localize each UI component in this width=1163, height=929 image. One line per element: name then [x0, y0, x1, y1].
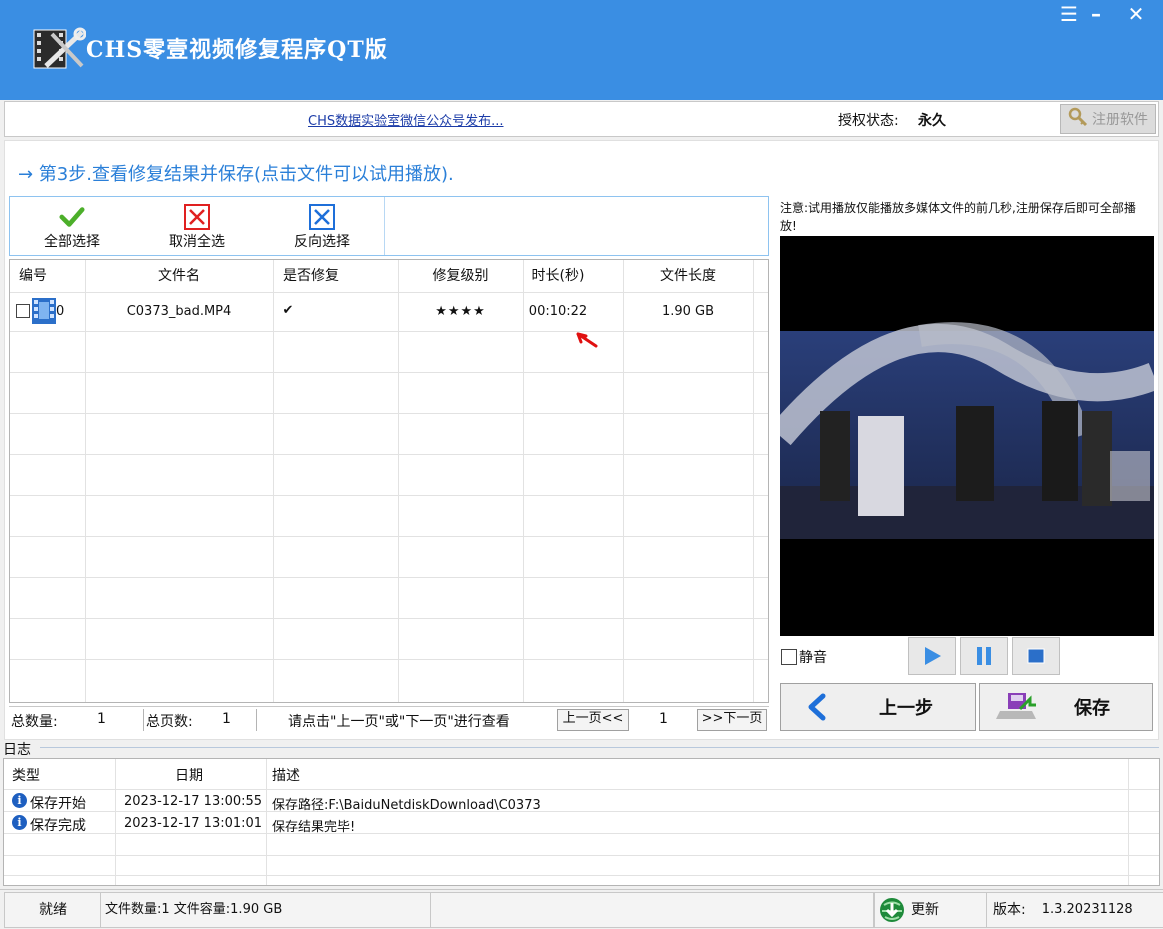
log-table: 类型 日期 描述 i 保存开始 2023-12-17 13:00:55 保存路径…	[3, 758, 1160, 886]
back-label: 上一步	[879, 698, 933, 719]
menu-button[interactable]: ☰	[1056, 2, 1082, 26]
register-button[interactable]: 注册软件	[1060, 104, 1156, 134]
info-icon: i	[12, 815, 27, 830]
pause-icon	[977, 647, 991, 665]
key-icon	[1068, 107, 1088, 131]
log-header-date[interactable]: 日期	[175, 765, 203, 785]
save-icon	[996, 693, 1036, 719]
pagination-hint: 请点击"上一页"或"下一页"进行查看	[288, 714, 510, 730]
selection-toolbar	[9, 196, 769, 256]
row-size: 1.90 GB	[661, 304, 715, 319]
mute-label: 静音	[799, 650, 827, 666]
log-type: 保存开始	[30, 796, 86, 812]
step-instruction: → 第3步.查看修复结果并保存(点击文件可以试用播放).	[18, 164, 454, 185]
pause-button[interactable]	[960, 637, 1008, 675]
log-legend: 日志	[3, 742, 31, 758]
select-all-button[interactable]: 全部选择	[27, 204, 117, 251]
row-filename: C0373_bad.MP4	[126, 304, 232, 319]
info-bar	[4, 101, 1159, 137]
register-label: 注册软件	[1092, 112, 1148, 128]
log-type: 保存完成	[30, 818, 86, 834]
window-title: CHS零壹视频修复程序QT版	[86, 37, 388, 63]
prev-page-button[interactable]: 上一页<<	[557, 709, 629, 731]
back-button[interactable]: 上一步	[780, 683, 976, 731]
globe-update-icon	[880, 898, 904, 922]
current-page: 1	[659, 711, 668, 727]
invert-selection-button[interactable]: 反向选择	[277, 204, 367, 251]
update-button[interactable]: 更新	[874, 892, 992, 928]
stop-icon	[1027, 648, 1045, 664]
play-icon	[925, 647, 941, 665]
log-divider	[40, 747, 1159, 748]
video-file-icon	[31, 297, 57, 329]
auth-status-value: 永久	[918, 113, 946, 129]
pagination-bar: 总数量: 1 总页数: 1 请点击"上一页"或"下一页"进行查看 上一页<< 1…	[9, 706, 769, 731]
log-date: 2023-12-17 13:01:01	[124, 816, 263, 831]
row-index: 0	[56, 304, 65, 319]
update-label: 更新	[911, 902, 939, 918]
log-desc: 保存结果完毕!	[272, 820, 356, 835]
log-desc: 保存路径:F:\BaiduNetdiskDownload\C0373	[272, 798, 541, 813]
total-count-label: 总数量:	[11, 714, 58, 730]
status-bar: 就绪 文件数量:1 文件容量:1.90 GB 更新 版本: 1.3.202311…	[0, 889, 1163, 929]
play-button[interactable]	[908, 637, 956, 675]
log-row[interactable]: i 保存完成 2023-12-17 13:01:01 保存结果完毕!	[4, 814, 1124, 835]
save-button[interactable]: 保存	[979, 683, 1153, 731]
save-label: 保存	[1074, 698, 1110, 719]
deselect-all-button[interactable]: 取消全选	[152, 204, 242, 251]
next-page-button[interactable]: >>下一页	[697, 709, 767, 731]
info-icon: i	[12, 793, 27, 808]
column-header-duration[interactable]: 时长(秒)	[523, 260, 593, 292]
auth-status-label: 授权状态:	[838, 113, 899, 129]
row-duration: 00:10:22	[528, 304, 588, 319]
video-frame-image	[780, 236, 1154, 636]
column-header-filename[interactable]: 文件名	[85, 260, 273, 292]
stop-button[interactable]	[1012, 637, 1060, 675]
total-pages-value: 1	[222, 711, 231, 727]
column-header-repaired[interactable]: 是否修复	[273, 260, 349, 292]
wechat-link[interactable]: CHS数据实验室微信公众号发布...	[308, 110, 504, 129]
status-spacer	[430, 892, 874, 928]
chevron-left-icon	[808, 693, 826, 721]
log-header-type[interactable]: 类型	[12, 765, 40, 785]
status-file-info: 文件数量:1 文件容量:1.90 GB	[100, 892, 436, 928]
column-header-level[interactable]: 修复级别	[398, 260, 523, 292]
video-preview[interactable]	[780, 236, 1154, 636]
column-header-index[interactable]: 编号	[10, 260, 56, 292]
version-value: 1.3.20231128	[1041, 902, 1133, 917]
version-label: 版本:	[993, 902, 1026, 918]
select-all-label: 全部选择	[44, 234, 100, 250]
status-state: 就绪	[4, 892, 102, 928]
invert-selection-label: 反向选择	[294, 234, 350, 250]
checkmark-icon	[59, 204, 85, 230]
mute-box-square	[781, 649, 797, 665]
file-table: 编号 文件名 是否修复 修复级别 时长(秒) 文件长度 0 C0373_bad.…	[9, 259, 769, 703]
version-info: 版本: 1.3.20231128	[986, 892, 1163, 928]
column-header-size[interactable]: 文件长度	[623, 260, 753, 292]
mute-checkbox[interactable]: 静音	[781, 647, 827, 667]
toolbar-divider	[384, 197, 385, 255]
log-header-desc[interactable]: 描述	[272, 765, 300, 785]
row-level: ★★★★	[435, 304, 486, 319]
minimize-button[interactable]: –	[1084, 2, 1108, 26]
annotation-arrow-icon	[576, 332, 600, 354]
preview-note: 注意:试用播放仅能播放多媒体文件的前几秒,注册保存后即可全部播放!	[780, 201, 1136, 233]
blue-x-box-icon	[309, 204, 335, 230]
log-date: 2023-12-17 13:00:55	[124, 794, 263, 809]
row-checkbox[interactable]	[16, 304, 30, 318]
row-repaired: ✔	[282, 303, 294, 318]
deselect-all-label: 取消全选	[169, 234, 225, 250]
app-logo-icon	[32, 26, 87, 72]
close-button[interactable]: ✕	[1122, 2, 1150, 26]
total-count-value: 1	[97, 711, 106, 727]
total-pages-label: 总页数:	[146, 714, 193, 730]
red-x-box-icon	[184, 204, 210, 230]
log-row[interactable]: i 保存开始 2023-12-17 13:00:55 保存路径:F:\Baidu…	[4, 792, 1124, 813]
table-row[interactable]: 0 C0373_bad.MP4 ✔ ★★★★ 00:10:22 1.90 GB	[10, 293, 768, 331]
